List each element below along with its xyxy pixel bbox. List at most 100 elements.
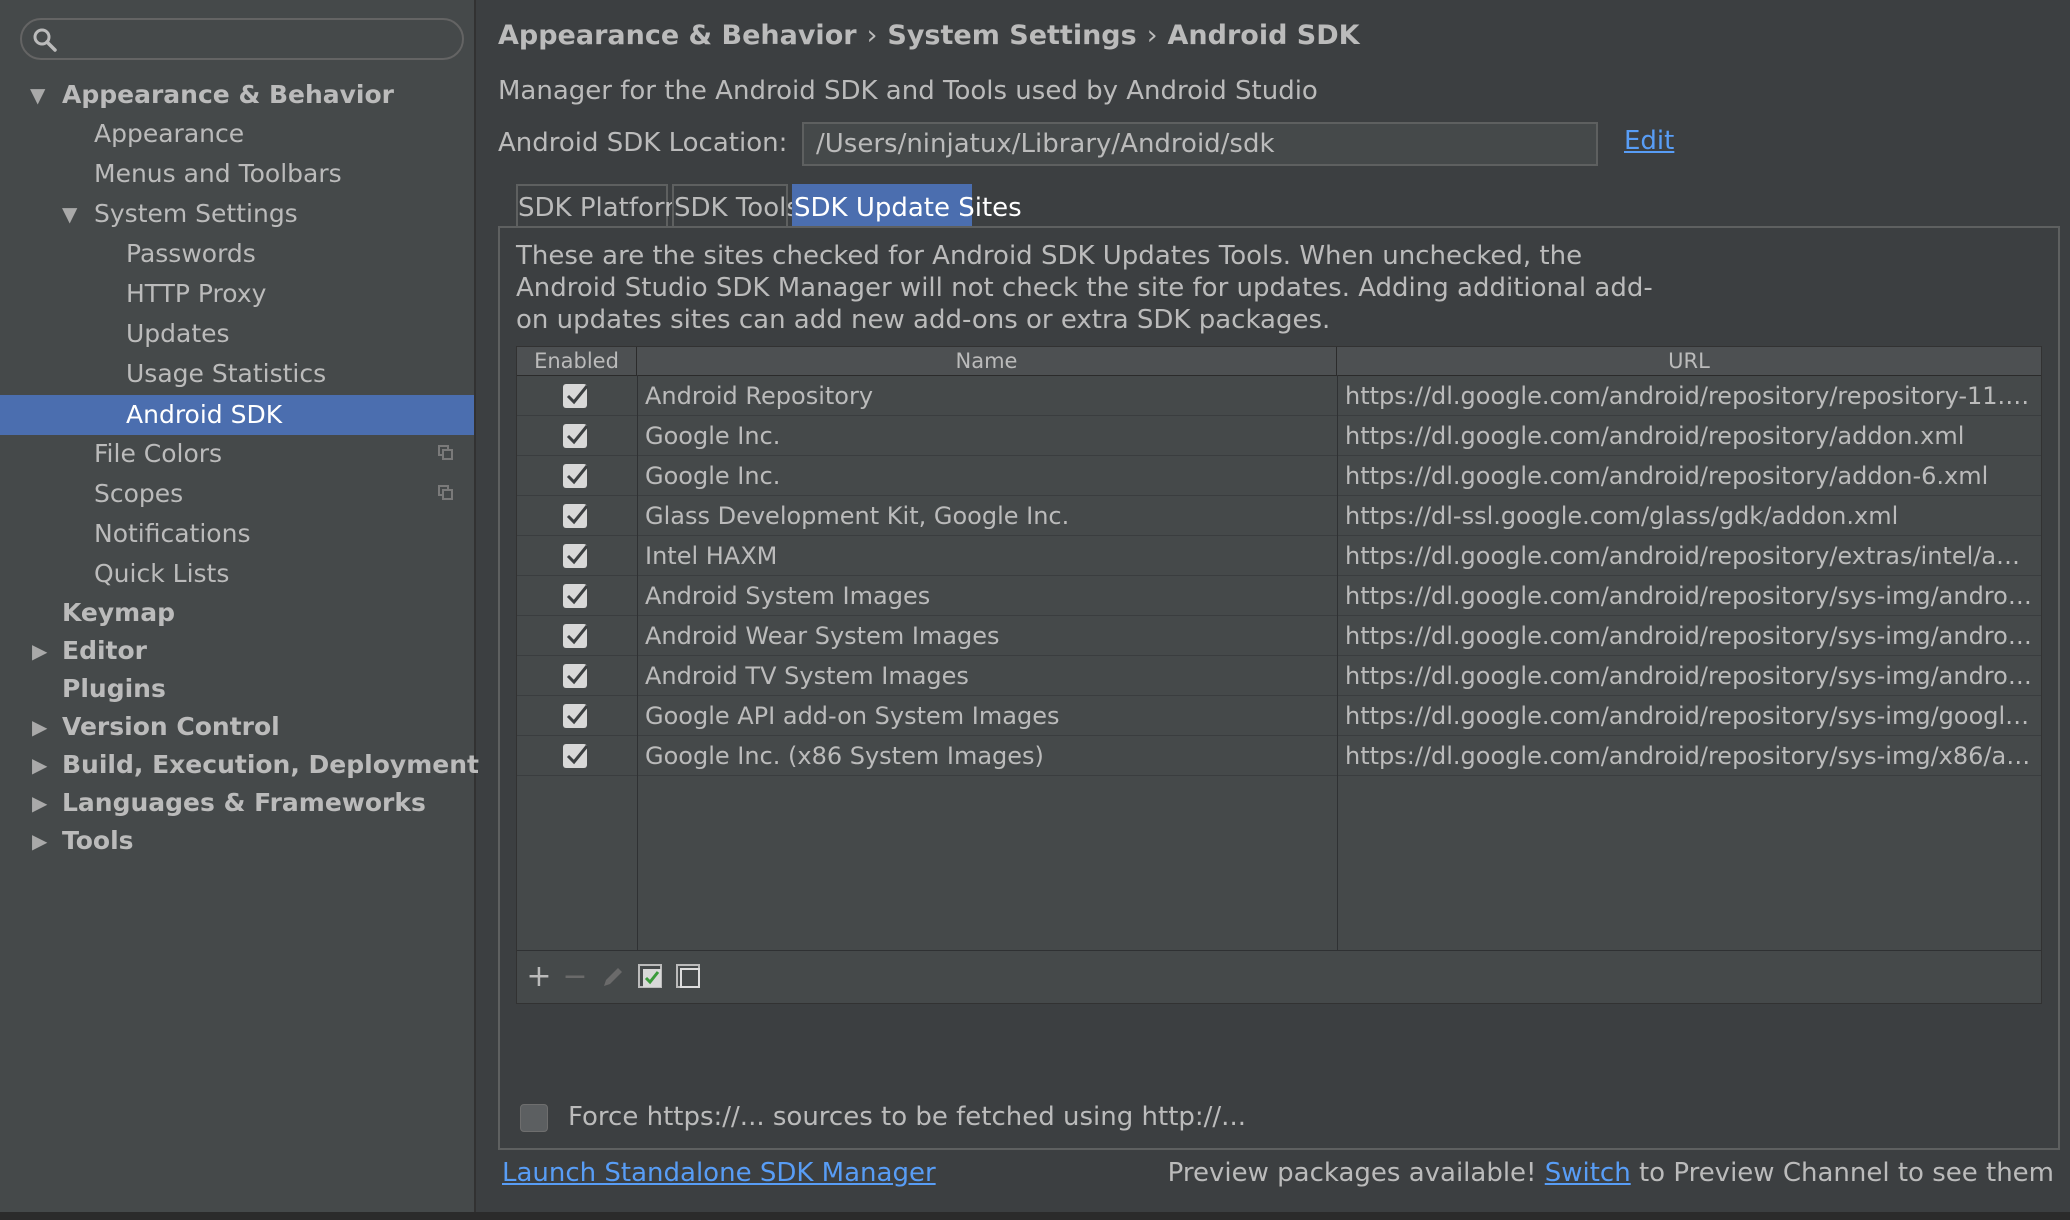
project-level-icon [438,445,453,460]
breadcrumb-separator: › [1146,20,1158,51]
table-row[interactable]: Google API add-on System Images https://d… [517,696,2041,736]
edit-sdk-location-link[interactable]: Edit [1624,126,1674,156]
site-url-cell: https://dl.google.com/android/repository… [1345,582,2035,610]
switch-preview-link[interactable]: Switch [1545,1158,1631,1188]
column-divider [1337,375,1338,1003]
tree-item-label: Updates [126,319,230,348]
tab-sdk-platforms[interactable]: SDK Platforms [516,184,703,228]
tree-item-keymap[interactable]: Keymap [0,594,474,632]
enabled-checkbox[interactable] [563,704,589,728]
enabled-checkbox[interactable] [563,584,589,608]
enabled-checkbox[interactable] [563,464,589,488]
tree-item-label: Languages & Frameworks [62,788,426,817]
table-row[interactable]: Glass Development Kit, Google Inc. https:… [517,496,2041,536]
tree-item-label: Version Control [62,712,280,741]
collapse-arrow-icon[interactable]: ▼ [30,76,45,114]
sdk-location-field[interactable]: /Users/ninjatux/Library/Android/sdk [802,122,1598,166]
tree-item-android-sdk[interactable]: Android SDK [0,395,474,435]
sdk-update-sites-panel: These are the sites checked for Android … [498,226,2060,1150]
tree-item-notifications[interactable]: Notifications [0,515,474,553]
collapse-arrow-icon[interactable]: ▼ [62,195,77,233]
enabled-checkbox[interactable] [563,424,589,448]
tree-item-http-proxy[interactable]: HTTP Proxy [0,275,474,313]
select-all-button[interactable] [635,961,667,993]
table-row[interactable]: Android Wear System Images https://dl.goo… [517,616,2041,656]
table-row[interactable]: Android System Images https://dl.google.c… [517,576,2041,616]
tree-item-passwords[interactable]: Passwords [0,235,474,273]
column-header-name[interactable]: Name [637,347,1337,375]
tree-item-label: Notifications [94,519,251,548]
tree-item-build-execution-deployment[interactable]: ▶ Build, Execution, Deployment [0,746,479,784]
site-url-cell: https://dl.google.com/android/repository… [1345,662,2035,690]
breadcrumb: Appearance & Behavior › System Settings › An… [498,20,1360,51]
tree-item-file-colors[interactable]: File Colors [0,435,474,473]
site-url-cell: https://dl.google.com/android/repository… [1345,542,2035,570]
checkmark-icon [566,665,589,685]
tree-item-languages-frameworks[interactable]: ▶ Languages & Frameworks [0,784,474,822]
table-row[interactable]: Android TV System Images https://dl.googl… [517,656,2041,696]
table-row[interactable]: Google Inc. (x86 System Images) https://d… [517,736,2041,776]
tab-sdk-update-sites[interactable]: SDK Update Sites [792,184,1022,228]
site-name-cell: Intel HAXM [645,542,778,570]
column-header-enabled[interactable]: Enabled [517,347,637,375]
table-row[interactable]: Google Inc. https://dl.google.com/android… [517,456,2041,496]
tree-item-scopes[interactable]: Scopes [0,475,474,513]
edit-site-button[interactable] [597,961,629,993]
tree-item-appearance-behavior[interactable]: ▼ Appearance & Behavior [0,76,474,114]
remove-site-button[interactable]: − [559,961,591,993]
enabled-checkbox[interactable] [563,544,589,568]
tree-item-usage-statistics[interactable]: Usage Statistics [0,355,474,393]
settings-main-panel: Appearance & Behavior › System Settings › An… [478,0,2070,1212]
tree-item-label: Plugins [62,674,166,703]
checkmark-icon [566,585,589,605]
site-name-cell: Android Wear System Images [645,622,1000,650]
breadcrumb-item: Android SDK [1167,20,1360,51]
tree-item-label: Scopes [94,479,184,508]
enabled-checkbox[interactable] [563,664,589,688]
tree-item-version-control[interactable]: ▶ Version Control [0,708,474,746]
tree-item-label: Keymap [62,598,176,627]
table-row[interactable]: Intel HAXM https://dl.google.com/android/… [517,536,2041,576]
launch-standalone-sdk-manager-link[interactable]: Launch Standalone SDK Manager [502,1158,936,1188]
site-name-cell: Glass Development Kit, Google Inc. [645,502,1070,530]
tree-item-label: File Colors [94,439,223,468]
tree-item-appearance[interactable]: Appearance [0,115,474,153]
force-http-checkbox[interactable] [520,1104,548,1132]
checkmark-icon [566,505,589,525]
tab-sdk-tools[interactable]: SDK Tools [672,184,800,228]
enabled-checkbox[interactable] [563,744,589,768]
tree-item-updates[interactable]: Updates [0,315,474,353]
check-all-icon [638,964,662,988]
enabled-checkbox[interactable] [563,504,589,528]
checkmark-icon [566,425,589,445]
settings-search-input[interactable] [20,18,464,60]
search-icon [33,28,57,52]
tree-item-label: HTTP Proxy [126,279,267,308]
enabled-checkbox[interactable] [563,384,589,408]
expand-arrow-icon[interactable]: ▶ [32,708,47,746]
table-row[interactable]: Android Repository https://dl.google.com/… [517,376,2041,416]
enabled-checkbox[interactable] [563,624,589,648]
table-row[interactable]: Google Inc. https://dl.google.com/android… [517,416,2041,456]
tree-item-label: Appearance & Behavior [62,80,394,109]
site-url-cell: https://dl.google.com/android/repository… [1345,702,2035,730]
tree-item-system-settings[interactable]: ▼ System Settings [0,195,474,233]
project-level-icon [438,485,453,500]
expand-arrow-icon[interactable]: ▶ [32,784,47,822]
unselect-all-button[interactable] [673,961,705,993]
tree-item-quick-lists[interactable]: Quick Lists [0,555,474,593]
expand-arrow-icon[interactable]: ▶ [32,822,47,860]
tree-item-editor[interactable]: ▶ Editor [0,632,474,670]
panel-description: These are the sites checked for Android … [516,241,1653,335]
site-name-cell: Google Inc. [645,462,781,490]
table-header: Enabled Name URL [517,347,2041,376]
tree-item-menus-toolbars[interactable]: Menus and Toolbars [0,155,474,193]
expand-arrow-icon[interactable]: ▶ [32,746,47,784]
tree-item-plugins[interactable]: Plugins [0,670,474,708]
column-divider [637,375,638,1003]
tree-item-tools[interactable]: ▶ Tools [0,822,474,860]
add-site-button[interactable]: + [523,961,555,993]
column-header-url[interactable]: URL [1337,347,2041,375]
expand-arrow-icon[interactable]: ▶ [32,632,47,670]
checkmark-icon [566,625,589,645]
